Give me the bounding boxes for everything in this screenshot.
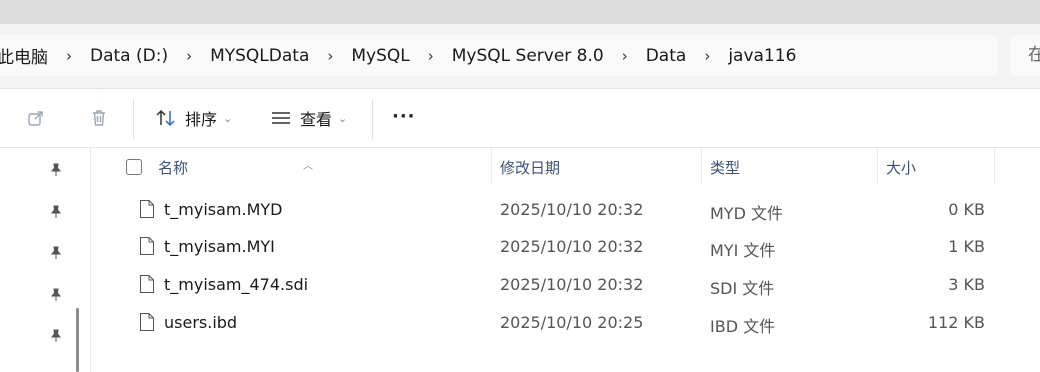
breadcrumb-mysql-server[interactable]: MySQL Server 8.0	[448, 46, 608, 66]
trash-icon[interactable]	[89, 108, 109, 128]
command-bar: 排序 ⌄ 查看 ⌄ ···	[0, 89, 1040, 148]
select-all-checkbox[interactable]	[126, 159, 142, 175]
navigation-pane	[0, 148, 91, 372]
sort-icon	[156, 109, 175, 127]
breadcrumb-mysqldata[interactable]: MYSQLData	[206, 46, 313, 66]
sort-button[interactable]: 排序 ⌄	[155, 104, 232, 132]
chevron-right-icon[interactable]: ›	[319, 47, 341, 65]
breadcrumb-mysql[interactable]: MySQL	[347, 46, 413, 66]
toolbar-divider	[372, 99, 373, 139]
column-divider[interactable]	[491, 148, 492, 184]
sort-ascending-caret-icon: ︿	[303, 161, 313, 172]
file-type: IBD 文件	[710, 317, 776, 336]
column-header-type[interactable]: 类型	[710, 157, 740, 178]
table-row[interactable]: users.ibd 2025/10/10 20:25 IBD 文件 112 KB	[91, 304, 1040, 342]
table-row[interactable]: t_myisam.MYI 2025/10/10 20:32 MYI 文件 1 K…	[91, 228, 1040, 266]
file-size: 112 KB	[927, 313, 985, 332]
file-name: t_myisam.MYD	[164, 200, 283, 219]
chevron-right-icon[interactable]: ›	[696, 47, 718, 65]
file-date: 2025/10/10 20:32	[500, 200, 644, 219]
file-date: 2025/10/10 20:32	[500, 237, 644, 256]
chevron-right-icon[interactable]: ›	[178, 47, 200, 65]
toolbar-divider	[133, 99, 134, 139]
file-list: ︿ 名称 修改日期 类型 大小 t_myisam.MYD 2025/10/10 …	[91, 148, 1040, 372]
view-button[interactable]: 查看 ⌄	[270, 104, 347, 132]
pin-icon[interactable]	[49, 246, 63, 260]
pin-icon[interactable]	[49, 329, 63, 343]
chevron-down-icon: ⌄	[338, 111, 348, 125]
column-header-size[interactable]: 大小	[886, 157, 916, 178]
breadcrumb-data[interactable]: Data	[642, 46, 691, 66]
column-divider[interactable]	[701, 148, 702, 184]
file-icon	[140, 200, 154, 218]
column-divider[interactable]	[877, 148, 878, 184]
file-name: t_myisam_474.sdi	[164, 275, 309, 294]
file-size: 1 KB	[948, 237, 985, 256]
file-date: 2025/10/10 20:25	[500, 313, 644, 332]
chevron-down-icon: ⌄	[223, 111, 233, 125]
column-divider[interactable]	[994, 148, 995, 184]
file-type: MYI 文件	[710, 241, 776, 260]
table-row[interactable]: t_myisam.MYD 2025/10/10 20:32 MYD 文件 0 K…	[91, 191, 1040, 229]
file-size: 0 KB	[948, 200, 985, 219]
address-row: 此电脑 › Data (D:) › MYSQLData › MySQL › My…	[0, 24, 1040, 89]
pin-icon[interactable]	[49, 288, 63, 302]
breadcrumb-java116[interactable]: java116	[724, 46, 800, 66]
view-label: 查看	[300, 110, 333, 129]
breadcrumb-this-pc[interactable]: 此电脑	[0, 43, 52, 68]
column-header-name[interactable]: 名称	[158, 157, 188, 178]
file-icon	[140, 313, 154, 331]
view-lines-icon	[272, 112, 290, 124]
pin-icon[interactable]	[49, 205, 63, 219]
column-header-date[interactable]: 修改日期	[500, 157, 560, 178]
file-icon	[140, 275, 154, 293]
breadcrumb-data-drive[interactable]: Data (D:)	[86, 46, 172, 66]
pin-icon[interactable]	[49, 163, 63, 177]
search-input[interactable]: 在	[1010, 35, 1040, 76]
file-size: 3 KB	[948, 275, 985, 294]
chevron-right-icon[interactable]: ›	[420, 47, 442, 65]
sort-label: 排序	[185, 110, 218, 129]
file-icon	[140, 237, 154, 255]
file-type: SDI 文件	[710, 279, 775, 298]
breadcrumb[interactable]: 此电脑 › Data (D:) › MYSQLData › MySQL › My…	[0, 35, 998, 76]
file-type: MYD 文件	[710, 204, 783, 223]
file-name: t_myisam.MYI	[164, 237, 275, 256]
column-header-row: ︿ 名称 修改日期 类型 大小	[91, 148, 1040, 184]
file-date: 2025/10/10 20:32	[500, 275, 644, 294]
table-row[interactable]: t_myisam_474.sdi 2025/10/10 20:32 SDI 文件…	[91, 266, 1040, 304]
title-bar	[0, 0, 1040, 24]
file-name: users.ibd	[164, 313, 238, 332]
chevron-right-icon[interactable]: ›	[614, 47, 636, 65]
nav-scrollbar[interactable]	[76, 308, 79, 372]
share-icon[interactable]	[26, 108, 46, 128]
chevron-right-icon[interactable]: ›	[58, 47, 80, 65]
more-options-button[interactable]: ···	[392, 106, 416, 127]
